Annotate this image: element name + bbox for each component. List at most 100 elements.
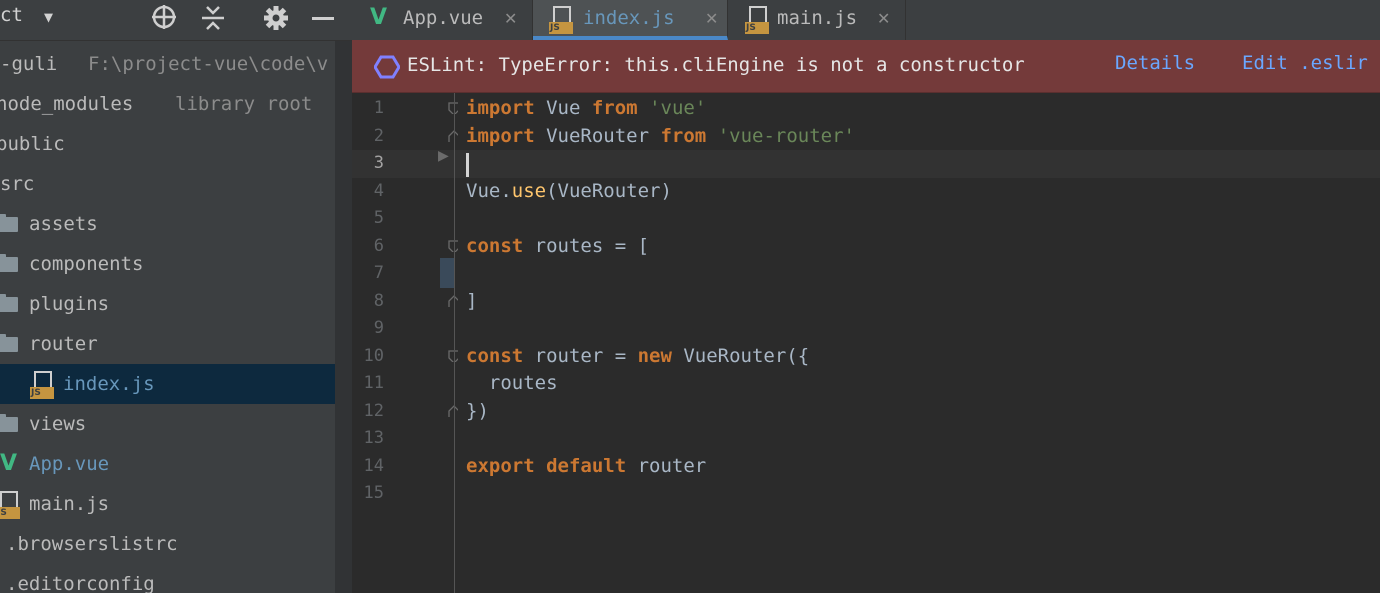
tree-item-router[interactable]: router: [0, 324, 335, 364]
text-caret: [466, 153, 469, 177]
line-number: 15: [363, 483, 384, 503]
tree-item-public[interactable]: public: [0, 124, 335, 164]
collapse-all-icon[interactable]: [200, 4, 226, 37]
code-line[interactable]: 5: [352, 205, 1380, 233]
tree-item-plugins[interactable]: plugins: [0, 284, 335, 324]
code-line[interactable]: 10 const router = new VueRouter({: [352, 343, 1380, 371]
code-line[interactable]: 14 export default router: [352, 453, 1380, 481]
js-file-icon: JS: [549, 6, 575, 34]
code-text: const routes = [: [466, 233, 649, 261]
line-number: 4: [373, 180, 384, 201]
code-token: router =: [523, 344, 638, 367]
tree-item-label: assets: [29, 213, 98, 235]
code-line[interactable]: 7: [352, 258, 1380, 288]
line-number: 2: [373, 125, 384, 146]
line-number: 9: [373, 318, 384, 338]
close-icon[interactable]: ✕: [877, 1, 890, 37]
line-number: 13: [363, 428, 384, 448]
code-line[interactable]: 15: [352, 480, 1380, 508]
tree-item-label: main.js: [29, 493, 110, 515]
tab-label: main.js: [777, 7, 858, 29]
line-number: 12: [363, 400, 384, 421]
code-token: routes: [466, 372, 558, 394]
folder-icon: [0, 294, 18, 312]
tree-item-label: views: [29, 413, 87, 435]
code-text: export default router: [466, 453, 706, 481]
tree-item-label: .browserslistrc: [6, 533, 178, 555]
code-token: VueRouter({: [671, 344, 810, 367]
code-line[interactable]: 3 ▶: [352, 148, 1380, 178]
code-token: router: [626, 454, 707, 477]
tree-item-index-js[interactable]: JS index.js: [0, 364, 335, 404]
code-token: VueRouter: [534, 124, 661, 147]
code-line[interactable]: 13: [352, 425, 1380, 453]
code-text: import Vue from 'vue': [466, 95, 706, 123]
tab-main-js[interactable]: JS main.js ✕: [729, 0, 906, 40]
tree-item-label: index.js: [63, 373, 155, 395]
code-line[interactable]: 2 import VueRouter from 'vue-router': [352, 123, 1380, 151]
tree-item-label: router: [29, 333, 98, 355]
locate-file-icon[interactable]: [150, 3, 178, 36]
folder-icon: [0, 414, 18, 432]
tree-item-label: src: [0, 173, 35, 195]
hide-panel-icon[interactable]: [312, 17, 334, 20]
fold-marker-icon[interactable]: [448, 404, 458, 417]
details-link[interactable]: Details: [1115, 52, 1195, 74]
code-token: Vue: [534, 97, 592, 119]
close-icon[interactable]: ✕: [504, 1, 517, 37]
tree-item-label: -guli: [0, 53, 58, 75]
code-line[interactable]: 12}): [352, 398, 1380, 426]
code-text: const router = new VueRouter({: [466, 343, 809, 371]
fold-marker-icon[interactable]: [448, 239, 458, 252]
tab-label: App.vue: [403, 7, 484, 29]
fold-marker-icon[interactable]: [448, 349, 458, 362]
tree-item-label: .editorconfig: [6, 573, 155, 593]
js-file-icon: JS: [745, 6, 771, 34]
tree-item-node-modules[interactable]: node_modules library root: [0, 84, 335, 124]
fold-marker-icon[interactable]: [448, 294, 458, 307]
code-line[interactable]: 9: [352, 315, 1380, 343]
line-number: 3: [373, 153, 384, 173]
code-token: }): [466, 399, 489, 422]
tree-item-main-js[interactable]: JS main.js: [0, 484, 335, 524]
code-line[interactable]: 4 Vue.use(VueRouter): [352, 178, 1380, 206]
tree-item-views[interactable]: views: [0, 404, 335, 444]
line-number: 10: [363, 345, 384, 366]
view-mode-dropdown-icon[interactable]: ▼: [44, 8, 53, 26]
editor-tab-bar: V App.vue ✕ JS index.js ✕ JS main.js ✕: [352, 0, 1380, 41]
project-panel-scrollbar[interactable]: [335, 40, 352, 593]
tree-item-assets[interactable]: assets: [0, 204, 335, 244]
code-token: ]: [466, 289, 478, 312]
tree-item-guli[interactable]: -guli F:\project-vue\code\v: [0, 44, 335, 84]
tree-item-browserslistrc[interactable]: .browserslistrc: [0, 524, 335, 564]
code-line[interactable]: 11 routes: [352, 370, 1380, 398]
edit-eslint-config-link[interactable]: Edit .eslir: [1242, 52, 1368, 74]
fold-marker-icon[interactable]: [448, 102, 458, 114]
code-editor[interactable]: 1 import Vue from 'vue' 2 import VueRouter …: [352, 93, 1380, 593]
code-line[interactable]: 6 const routes = [: [352, 233, 1380, 261]
tree-item-src[interactable]: src: [0, 164, 335, 204]
code-token: routes = [: [523, 234, 650, 257]
tree-item-label: App.vue: [29, 453, 110, 475]
folder-icon: [0, 254, 18, 272]
code-text: import VueRouter from 'vue-router': [466, 123, 855, 151]
code-token: default: [546, 454, 627, 477]
tree-item-editorconfig[interactable]: .editorconfig: [0, 564, 335, 593]
gear-icon[interactable]: [262, 4, 290, 37]
tab-label: index.js: [583, 7, 675, 29]
tree-item-app-vue[interactable]: V App.vue: [0, 444, 335, 484]
code-line[interactable]: 1 import Vue from 'vue': [352, 95, 1380, 123]
close-icon[interactable]: ✕: [705, 1, 718, 37]
fold-marker-icon[interactable]: [448, 129, 458, 142]
code-token: import: [466, 124, 535, 147]
code-text: }): [466, 398, 489, 426]
tree-item-components[interactable]: components: [0, 244, 335, 284]
code-line[interactable]: 8]: [352, 288, 1380, 316]
tab-app-vue[interactable]: V App.vue ✕: [352, 0, 533, 40]
tree-item-label: public: [0, 133, 65, 155]
gutter-divider: [454, 93, 455, 593]
tab-index-js[interactable]: JS index.js ✕: [533, 0, 728, 40]
line-number: 7: [373, 263, 384, 283]
